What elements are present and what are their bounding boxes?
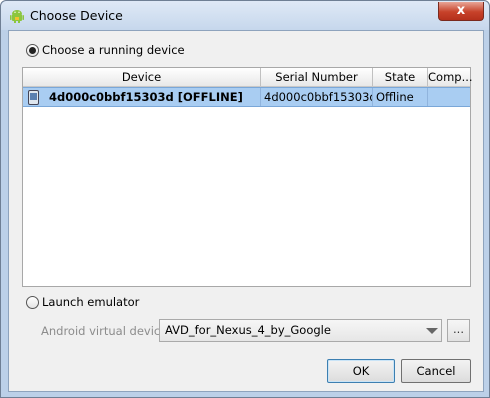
choose-device-dialog: Choose Device x Choose a running device …	[0, 0, 490, 398]
column-serial-number[interactable]: Serial Number	[261, 68, 373, 86]
phone-icon	[28, 90, 39, 105]
avd-dropdown[interactable]: AVD_for_Nexus_4_by_Google	[159, 319, 442, 342]
serial-cell: 4d000c0bbf15303d	[261, 88, 373, 106]
android-icon	[10, 10, 24, 23]
cancel-button[interactable]: Cancel	[401, 359, 471, 383]
close-button[interactable]: x	[438, 2, 484, 21]
close-icon: x	[456, 3, 466, 18]
launch-emulator-radio[interactable]	[26, 296, 39, 309]
browse-avd-button[interactable]: ...	[447, 319, 470, 342]
compatible-cell	[428, 88, 470, 106]
dialog-body: Choose a running device Device Serial Nu…	[8, 30, 484, 392]
chevron-down-icon	[426, 328, 438, 334]
launch-emulator-label[interactable]: Launch emulator	[42, 295, 139, 309]
running-device-label[interactable]: Choose a running device	[42, 43, 185, 57]
ok-button[interactable]: OK	[327, 359, 395, 383]
device-cell: 4d000c0bbf15303d [OFFLINE]	[23, 88, 261, 106]
title-bar: Choose Device x	[1, 1, 489, 30]
avd-label: Android virtual device:	[41, 324, 172, 338]
window-title: Choose Device	[30, 8, 123, 23]
device-table: Device Serial Number State Comp... 4d000…	[22, 67, 473, 287]
device-name: 4d000c0bbf15303d [OFFLINE]	[49, 90, 243, 104]
column-state[interactable]: State	[373, 68, 428, 86]
column-compatible[interactable]: Comp...	[428, 68, 473, 86]
column-device[interactable]: Device	[23, 68, 261, 86]
avd-selected-value: AVD_for_Nexus_4_by_Google	[165, 323, 331, 337]
state-cell: Offline	[373, 88, 428, 106]
running-device-radio[interactable]	[26, 44, 39, 57]
table-header: Device Serial Number State Comp...	[23, 68, 473, 87]
table-row[interactable]: 4d000c0bbf15303d [OFFLINE] 4d000c0bbf153…	[23, 87, 470, 107]
